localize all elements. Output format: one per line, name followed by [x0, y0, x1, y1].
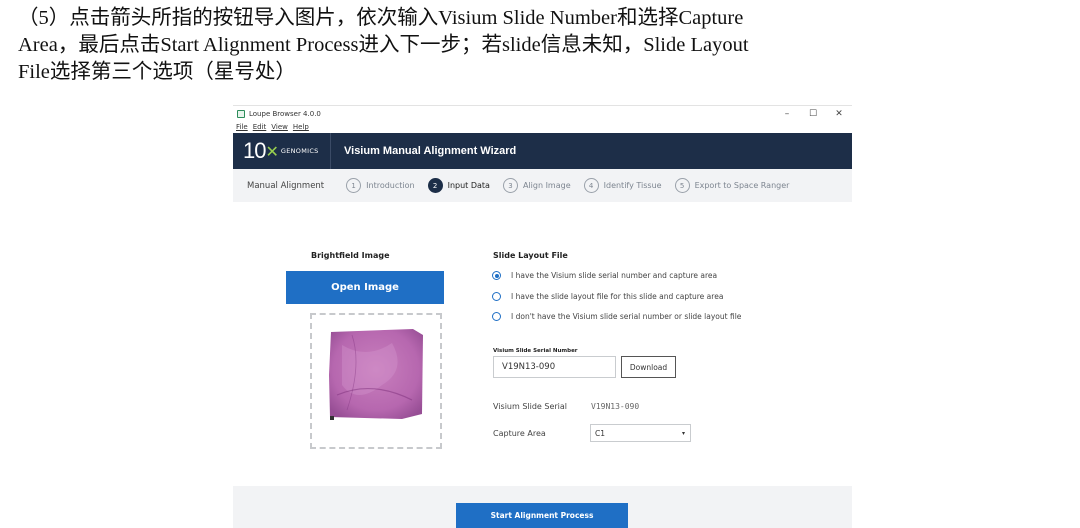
step-align-image[interactable]: 3 Align Image	[502, 178, 571, 193]
menu-file[interactable]: File	[236, 123, 248, 131]
step-introduction[interactable]: 1 Introduction	[346, 178, 415, 193]
radio-icon[interactable]	[492, 292, 501, 301]
option-label: I have the slide layout file for this sl…	[511, 292, 724, 301]
download-button[interactable]: Download	[621, 356, 676, 378]
logo-genomics: GENOMICS	[280, 147, 319, 155]
instruction-caption: （5）点击箭头所指的按钮导入图片，依次输入Visium Slide Number…	[18, 5, 1068, 86]
brightfield-title: Brightfield Image	[311, 251, 390, 260]
tissue-thumbnail	[329, 329, 423, 420]
capture-area-label: Capture Area	[493, 429, 546, 438]
logo-x-icon: ✕	[265, 141, 279, 161]
start-alignment-button[interactable]: Start Alignment Process	[456, 503, 628, 528]
radio-icon[interactable]	[492, 312, 501, 321]
app-header: 10 ✕ GENOMICS Visium Manual Alignment Wi…	[233, 133, 852, 169]
steps-lead-label: Manual Alignment	[247, 180, 325, 191]
serial-number-input[interactable]	[493, 356, 616, 378]
step-number: 5	[674, 178, 690, 193]
option-label: I don't have the Visium slide serial num…	[511, 312, 742, 321]
capture-area-value: C1	[595, 428, 606, 438]
caption-line-2: Area，最后点击Start Alignment Process进入下一步；若s…	[18, 34, 749, 56]
option-label: I have the Visium slide serial number an…	[511, 271, 718, 280]
step-number: 2	[427, 178, 443, 193]
window-title: Loupe Browser 4.0.0	[249, 109, 321, 118]
open-image-button[interactable]: Open Image	[286, 271, 444, 304]
step-input-data[interactable]: 2 Input Data	[427, 178, 490, 193]
maximize-icon[interactable]: ☐	[800, 109, 826, 119]
option-serial-number[interactable]: I have the Visium slide serial number an…	[492, 271, 717, 280]
step-label: Export to Space Ranger	[694, 181, 790, 190]
wizard-title: Visium Manual Alignment Wizard	[344, 145, 517, 157]
radio-selected-icon[interactable]	[492, 271, 501, 280]
app-window: Loupe Browser 4.0.0 – ☐ ✕ File Edit View…	[233, 105, 852, 528]
capture-area-select[interactable]: C1 ▾	[590, 424, 691, 442]
step-number: 4	[583, 178, 599, 193]
menu-help[interactable]: Help	[293, 123, 309, 131]
slide-serial-value: V19N13-090	[591, 402, 640, 411]
option-no-info[interactable]: I don't have the Visium slide serial num…	[492, 312, 741, 321]
10x-genomics-logo: 10 ✕ GENOMICS	[233, 133, 331, 169]
step-identify-tissue[interactable]: 4 Identify Tissue	[583, 178, 662, 193]
slide-layout-title: Slide Layout File	[493, 251, 568, 260]
app-icon	[237, 109, 245, 118]
step-export[interactable]: 5 Export to Space Ranger	[674, 178, 790, 193]
window-controls: – ☐ ✕	[774, 109, 852, 119]
step-label: Input Data	[447, 181, 490, 190]
step-number: 1	[346, 178, 362, 193]
menu-view[interactable]: View	[271, 123, 288, 131]
title-bar: Loupe Browser 4.0.0 – ☐ ✕	[233, 106, 852, 121]
caption-line-1: （5）点击箭头所指的按钮导入图片，依次输入Visium Slide Number…	[18, 7, 744, 29]
caption-line-3: File选择第三个选项（星号处）	[18, 61, 296, 83]
minimize-icon[interactable]: –	[774, 109, 800, 119]
menu-edit[interactable]: Edit	[253, 123, 267, 131]
serial-number-label: Visium Slide Serial Number	[493, 348, 578, 354]
slide-serial-label: Visium Slide Serial	[493, 402, 568, 411]
close-icon[interactable]: ✕	[826, 109, 852, 119]
wizard-steps: Manual Alignment 1 Introduction 2 Input …	[233, 169, 852, 202]
option-layout-file[interactable]: I have the slide layout file for this sl…	[492, 292, 723, 301]
step-label: Identify Tissue	[603, 181, 662, 190]
step-number: 3	[502, 178, 518, 193]
chevron-down-icon: ▾	[681, 429, 685, 437]
step-label: Introduction	[366, 181, 415, 190]
image-preview	[310, 313, 442, 449]
step-label: Align Image	[522, 181, 571, 190]
menu-bar: File Edit View Help	[233, 121, 852, 133]
logo-ten: 10	[243, 138, 267, 163]
